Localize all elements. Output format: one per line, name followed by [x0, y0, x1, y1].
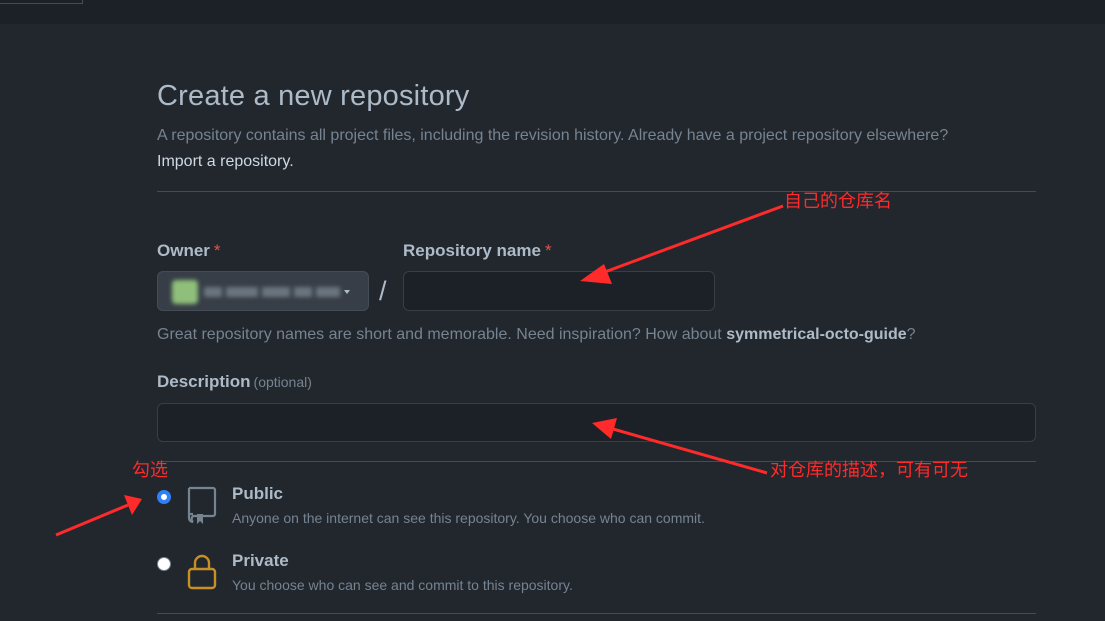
arrow-to-description	[592, 418, 768, 475]
arrow-to-repo-name	[580, 204, 784, 284]
arrow-to-public-radio	[55, 495, 142, 537]
annotation-arrows	[55, 204, 784, 537]
